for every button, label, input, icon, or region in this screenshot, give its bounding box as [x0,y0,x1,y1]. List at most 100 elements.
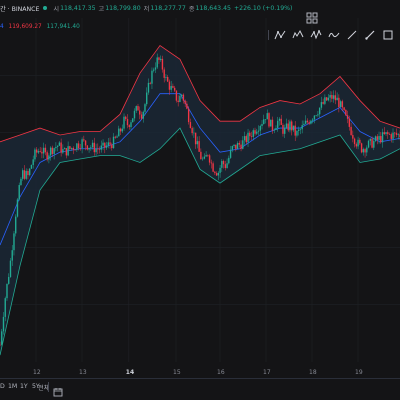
candle-up [9,260,12,277]
candle-up [49,147,52,156]
candle-up [13,233,15,251]
candle-down [77,143,80,149]
candle-up [116,136,118,138]
candle-down [215,173,218,176]
elliott-wave-icon[interactable] [291,28,305,42]
candle-up [397,134,399,135]
candle-down [364,149,366,153]
candle-up [170,86,172,90]
candle-down [371,138,373,148]
pattern-icon[interactable] [273,28,287,42]
brush-icon[interactable] [363,28,377,42]
candle-up [203,156,206,159]
candle-up [90,147,92,148]
candle-down [194,132,197,145]
candle-up [299,129,302,130]
candle-up [42,147,45,154]
candle-down [39,151,41,152]
candle-up [229,149,232,158]
wave-icon[interactable] [327,28,341,42]
candle-down [98,149,101,150]
range-1d-button[interactable]: D [0,383,5,390]
candle-up [112,136,115,149]
candle-down [348,118,351,127]
x-tick-label: 18 [309,369,317,376]
rectangle-icon[interactable] [381,28,395,42]
bollinger-legend[interactable]: 4 119,609.27 117,941.40 [0,24,80,30]
candle-up [289,121,291,131]
bollinger-band-fill [0,45,400,356]
candle-up [217,172,220,176]
candle-down [352,135,354,139]
candle-up [315,115,317,117]
candle-up [123,116,125,129]
candle-down [84,140,87,146]
candle-up [266,113,268,120]
candle-down [282,124,284,134]
candle-down [222,161,225,165]
candle-up [34,149,36,160]
candle-up [219,167,221,173]
candle-down [387,132,389,135]
candle-down [51,147,54,154]
candle-down [322,102,324,104]
candle-up [30,164,33,169]
candle-up [242,140,244,149]
candle-up [332,95,335,99]
candle-up [201,158,204,160]
candle-up [62,149,64,153]
range-1y-button[interactable]: 1Y [20,383,28,390]
candle-up [367,140,370,148]
candle-down [207,155,209,156]
candle-up [153,69,155,71]
candle-up [151,70,153,84]
candle-up [81,139,83,149]
candle-up [369,138,372,141]
trend-line-icon[interactable] [345,28,359,42]
layout-grid-icon[interactable] [306,9,318,24]
candle-down [83,139,85,141]
candle-up [296,131,298,136]
candle-down [359,139,361,144]
market-status-icon [43,6,48,10]
symbol-name[interactable]: 간 · BINANCE [0,4,39,13]
bottom-divider [48,382,49,392]
candle-down [46,152,48,160]
candle-up [233,144,235,147]
candle-down [350,126,352,136]
candle-up [154,67,157,70]
candle-up [144,104,146,112]
candle-down [235,144,237,149]
candle-up [336,97,338,101]
x-tick-label: 13 [79,369,87,376]
candle-down [172,86,174,88]
candle-up [292,125,295,131]
candle-up [25,170,27,179]
candle-up [118,128,120,137]
zigzag-icon[interactable] [309,28,323,42]
candle-down [41,151,43,154]
candle-down [23,170,26,179]
candle-down [249,132,251,137]
candle-down [27,170,29,176]
candle-down [271,119,274,131]
range-1m-button[interactable]: 1M [8,383,17,390]
candle-down [158,57,160,60]
candle-up [373,141,375,148]
candle-down [119,128,122,132]
calendar-icon[interactable] [53,382,63,397]
price-chart[interactable] [0,0,400,400]
close-label: 종 [188,5,195,13]
candle-down [208,155,211,163]
candle-up [366,147,368,153]
candle-down [338,97,340,107]
candle-up [67,146,69,156]
candle-up [58,142,61,146]
candle-down [186,103,188,109]
candle-up [284,127,286,134]
candle-up [261,124,263,126]
candle-up [381,132,384,143]
candle-up [142,111,144,119]
candle-down [238,143,241,145]
candle-up [310,120,312,124]
